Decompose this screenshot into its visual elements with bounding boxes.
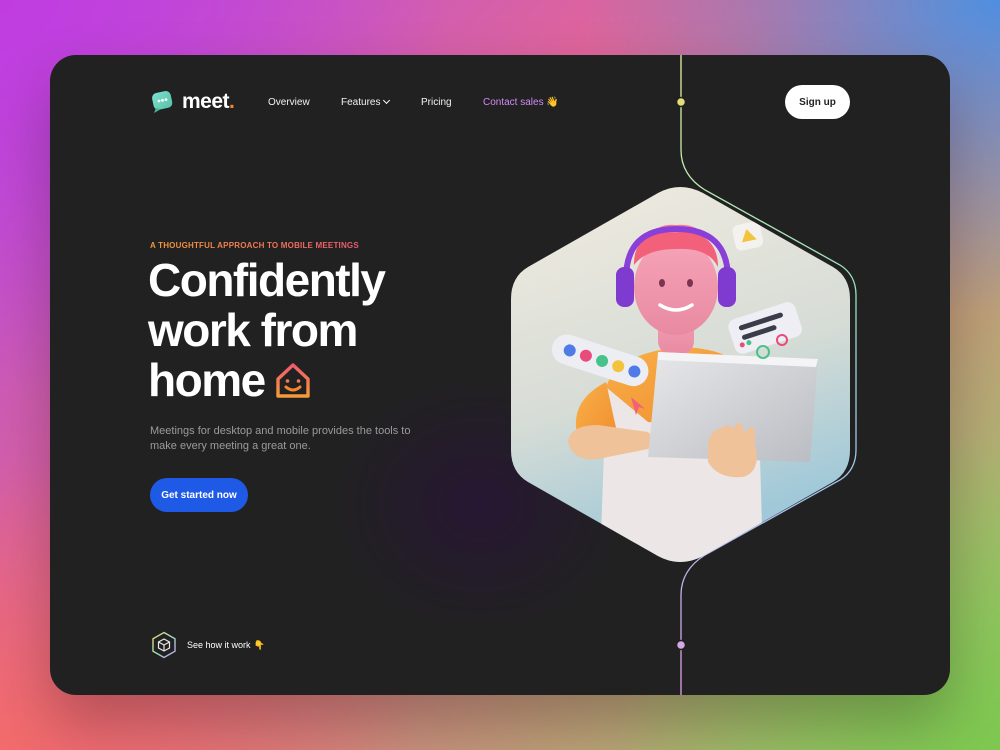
- nav-features[interactable]: Features: [341, 96, 391, 108]
- brand-logo[interactable]: meet.: [150, 90, 235, 114]
- see-how-it-works-label: See how it work: [187, 640, 251, 650]
- chat-bubble-logo-icon: [152, 91, 173, 113]
- cube-icon: [152, 631, 176, 659]
- hero-subtitle: Meetings for desktop and mobile provides…: [150, 425, 411, 452]
- sign-up-button[interactable]: Sign up: [785, 85, 850, 119]
- pointing-down-emoji: 👇: [253, 639, 265, 650]
- nav-contact-sales[interactable]: Contact sales 👋: [483, 97, 559, 108]
- nav-pricing[interactable]: Pricing: [421, 97, 452, 108]
- headline-line-3: home: [148, 355, 384, 405]
- hero-headline: Confidently work from home: [148, 254, 386, 405]
- headline-line-2: work from: [148, 304, 358, 356]
- headline-line-1: Confidently: [148, 254, 386, 306]
- nav-features-label: Features: [341, 97, 381, 108]
- hero-illustration: [508, 187, 853, 562]
- person-with-laptop-illustration: [511, 187, 850, 562]
- see-how-it-works-link[interactable]: See how it work 👇: [150, 631, 265, 659]
- chevron-down-icon: [383, 96, 391, 105]
- get-started-button[interactable]: Get started now: [150, 478, 248, 512]
- nav-overview[interactable]: Overview: [268, 97, 310, 108]
- headline-line-3-text: home: [148, 354, 266, 406]
- brand-dot: .: [229, 90, 235, 113]
- nav-contact-sales-label: Contact sales: [483, 97, 544, 108]
- waving-hand-emoji: 👋: [546, 97, 559, 108]
- smiling-house-icon: [275, 363, 310, 398]
- landing-card: meet. Overview Features Pricing Contact …: [50, 55, 950, 695]
- hero-eyebrow: A THOUGHTFUL APPROACH TO MOBILE MEETINGS: [150, 241, 359, 250]
- brand-name: meet: [182, 90, 230, 113]
